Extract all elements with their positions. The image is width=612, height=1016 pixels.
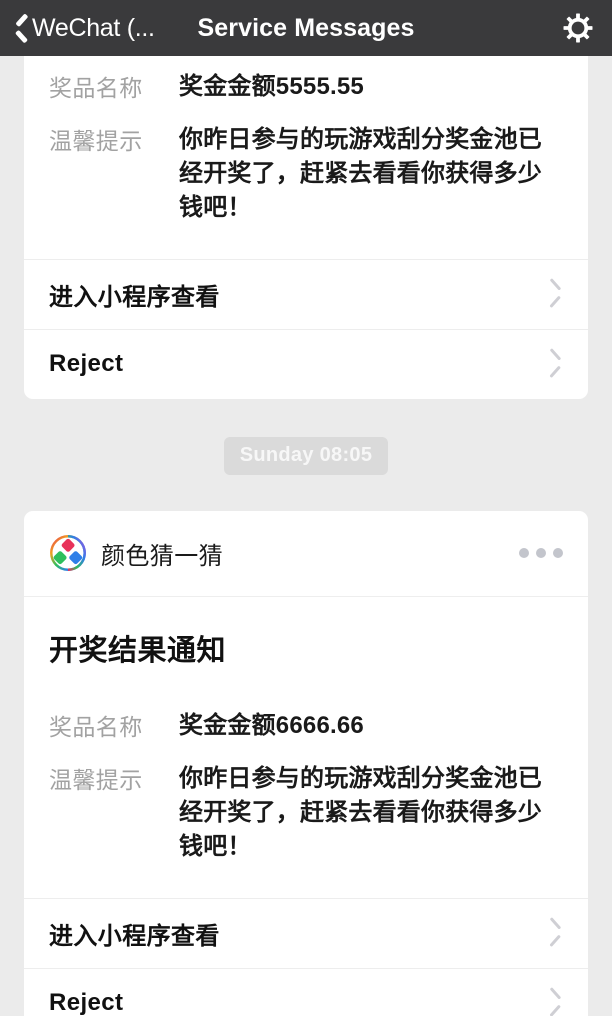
chevron-right-icon xyxy=(550,922,563,944)
timestamp-label: Sunday 08:05 xyxy=(223,436,389,475)
settings-button[interactable] xyxy=(562,12,594,44)
account-name: 颜色猜一猜 xyxy=(101,542,223,570)
chevron-left-icon xyxy=(14,16,28,40)
action-row-open-miniprogram[interactable]: 进入小程序查看 xyxy=(24,258,588,329)
back-button[interactable]: WeChat (... xyxy=(0,0,155,56)
detail-value: 你昨日参与的玩游戏刮分奖金池已经开奖了，赶紧去看看你获得多少钱吧！ xyxy=(179,125,542,221)
detail-label: 温馨提示 xyxy=(49,766,143,793)
action-row-reject[interactable]: Reject xyxy=(24,967,588,1016)
action-label: Reject xyxy=(49,989,124,1016)
card-body: 开奖结果通知 奖品名称 奖金金额6666.66 温馨提示 你昨日参与的玩游戏刮分… xyxy=(24,597,588,898)
wechat-service-messages-screen: WeChat (... Service Messages 奖品名称 奖金金额55… xyxy=(0,0,612,1016)
action-row-reject[interactable]: Reject xyxy=(24,328,588,399)
detail-label: 温馨提示 xyxy=(49,127,143,154)
detail-row: 温馨提示 你昨日参与的玩游戏刮分奖金池已经开奖了，赶紧去看看你获得多少钱吧！ xyxy=(49,762,563,864)
action-label: 进入小程序查看 xyxy=(49,283,220,311)
card-body: 奖品名称 奖金金额5555.55 温馨提示 你昨日参与的玩游戏刮分奖金池已经开奖… xyxy=(24,56,588,259)
action-row-open-miniprogram[interactable]: 进入小程序查看 xyxy=(24,897,588,968)
back-button-label: WeChat (... xyxy=(32,13,155,42)
detail-row: 温馨提示 你昨日参与的玩游戏刮分奖金池已经开奖了，赶紧去看看你获得多少钱吧！ xyxy=(49,123,563,225)
detail-value: 奖金金额6666.66 xyxy=(179,711,364,739)
detail-value: 你昨日参与的玩游戏刮分奖金池已经开奖了，赶紧去看看你获得多少钱吧！ xyxy=(179,764,542,860)
color-guess-app-avatar xyxy=(50,535,86,572)
detail-label: 奖品名称 xyxy=(49,75,143,101)
detail-row: 奖品名称 奖金金额5555.55 xyxy=(49,70,563,105)
message-title: 开奖结果通知 xyxy=(49,634,227,667)
message-list[interactable]: 奖品名称 奖金金额5555.55 温馨提示 你昨日参与的玩游戏刮分奖金池已经开奖… xyxy=(0,56,612,1016)
detail-label: 奖品名称 xyxy=(49,713,143,740)
more-dots-icon[interactable] xyxy=(519,548,563,559)
timestamp-divider: Sunday 08:05 xyxy=(0,399,612,511)
action-label: Reject xyxy=(49,350,124,378)
action-label: 进入小程序查看 xyxy=(49,922,220,950)
navigation-bar: WeChat (... Service Messages xyxy=(0,0,612,56)
gear-icon xyxy=(563,13,593,43)
card-header[interactable]: 颜色猜一猜 xyxy=(24,511,588,597)
service-message-card: 颜色猜一猜 开奖结果通知 奖品名称 奖金金额6666.66 温馨提示 你昨日参与… xyxy=(24,510,588,1016)
detail-value: 奖金金额5555.55 xyxy=(179,73,364,100)
chevron-right-icon xyxy=(550,283,563,305)
service-message-card: 奖品名称 奖金金额5555.55 温馨提示 你昨日参与的玩游戏刮分奖金池已经开奖… xyxy=(24,56,588,399)
detail-row: 奖品名称 奖金金额6666.66 xyxy=(49,709,563,744)
chevron-right-icon xyxy=(550,353,563,375)
chevron-right-icon xyxy=(550,992,563,1014)
